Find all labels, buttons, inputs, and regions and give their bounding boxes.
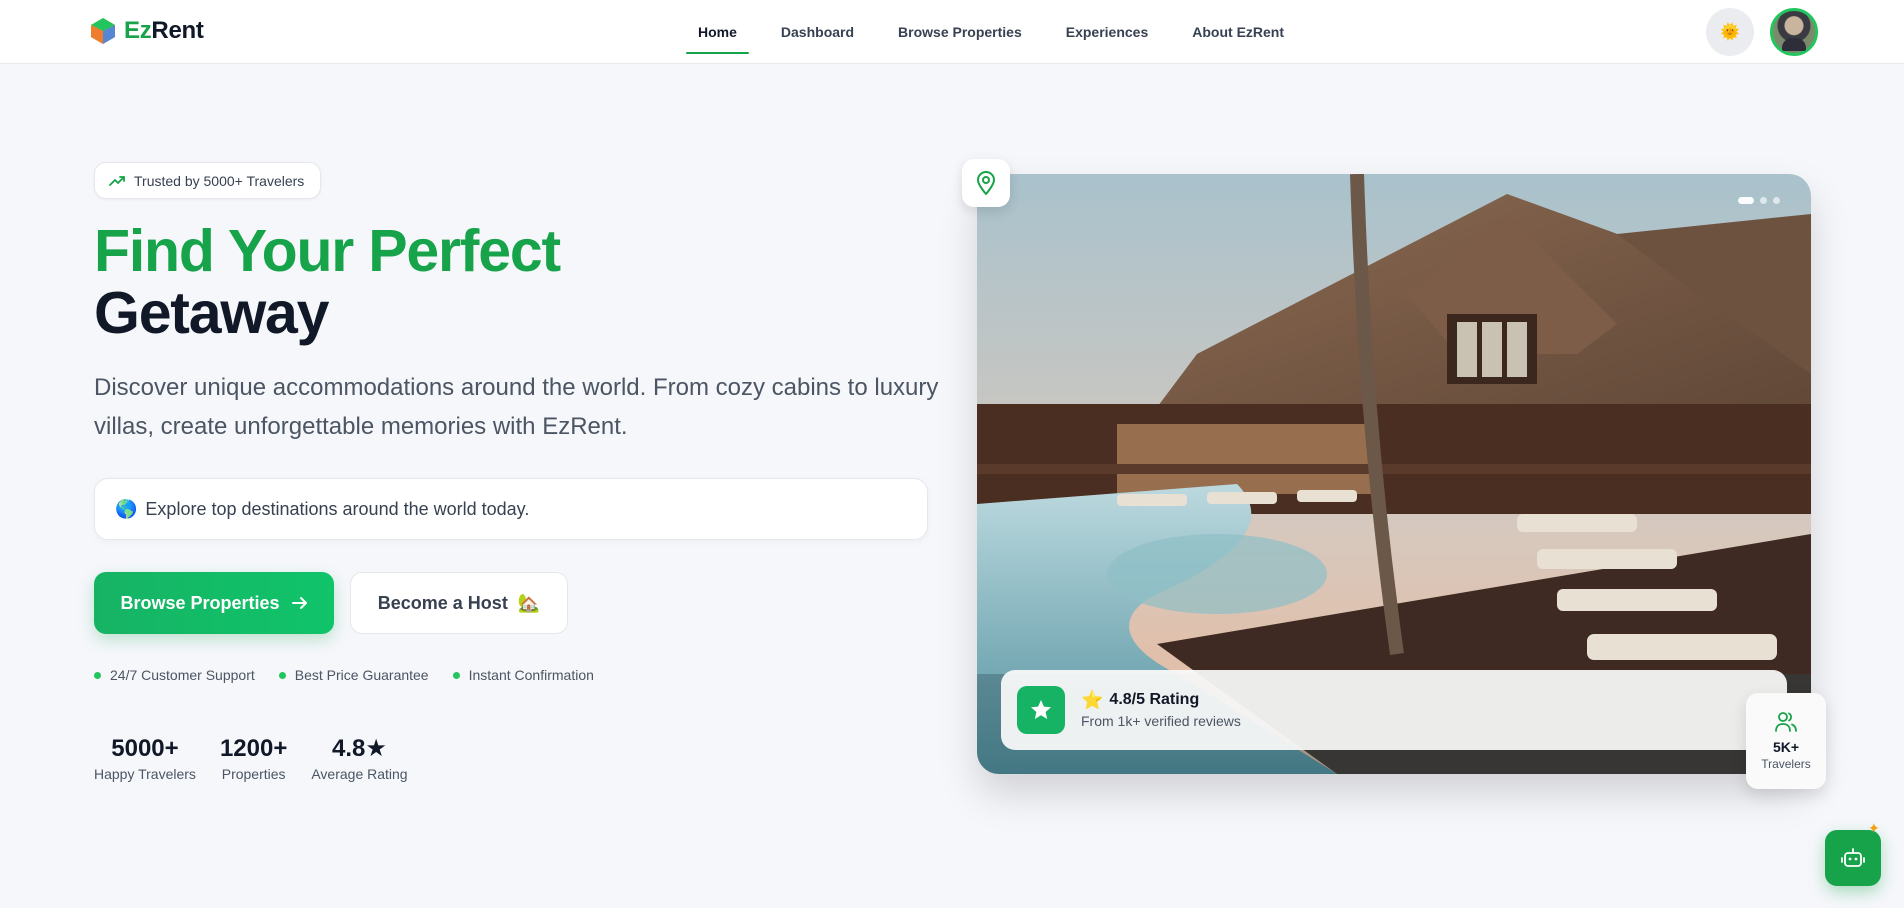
hero-stats: 5000+ Happy Travelers 1200+ Properties 4…	[94, 734, 408, 782]
users-icon	[1775, 712, 1797, 732]
star-icon	[1031, 700, 1051, 719]
bullet-dot-icon	[278, 671, 286, 679]
carousel-dot[interactable]	[1773, 197, 1780, 204]
globe-icon: 🌎	[115, 498, 138, 519]
feature-item: Instant Confirmation	[452, 667, 594, 683]
main-menu: Home Dashboard Browse Properties Experie…	[686, 0, 1296, 64]
feature-list: 24/7 Customer Support Best Price Guarant…	[94, 667, 594, 683]
sun-icon: 🌞	[1720, 24, 1740, 41]
star-badge	[1017, 686, 1065, 734]
hero-title-line2: Getaway	[94, 280, 329, 346]
become-host-label: Become a Host	[377, 592, 508, 613]
sparkle-icon: ✦	[1868, 820, 1880, 836]
become-host-button[interactable]: Become a Host 🏡	[350, 572, 568, 634]
nav-about[interactable]: About EzRent	[1180, 16, 1296, 48]
stat-properties: 1200+ Properties	[219, 735, 288, 782]
nav-home[interactable]: Home	[686, 16, 749, 54]
travelers-label: Travelers	[1761, 757, 1811, 771]
browse-properties-label: Browse Properties	[120, 592, 280, 613]
trending-up-icon	[109, 175, 125, 186]
nav-experiences[interactable]: Experiences	[1054, 16, 1161, 48]
rating-subtitle: From 1k+ verified reviews	[1081, 713, 1241, 729]
feature-item: Best Price Guarantee	[278, 667, 429, 683]
map-pin-icon	[977, 171, 995, 195]
explore-text: Explore top destinations around the worl…	[145, 498, 530, 519]
brand-name: EzRent	[124, 17, 204, 44]
yellow-star-icon: ⭐	[1081, 690, 1104, 710]
theme-toggle-button[interactable]: 🌞	[1706, 8, 1754, 56]
trust-badge-text: Trusted by 5000+ Travelers	[134, 172, 305, 189]
hero-title-line1: Find Your Perfect	[94, 218, 561, 284]
carousel-dot[interactable]	[1760, 197, 1767, 204]
carousel-dots	[1738, 197, 1780, 204]
ezrent-logo-icon	[91, 18, 115, 44]
travelers-card: 5K+ Travelers	[1746, 693, 1826, 789]
nav-browse-properties[interactable]: Browse Properties	[886, 16, 1034, 48]
browse-properties-button[interactable]: Browse Properties	[94, 572, 334, 634]
user-avatar[interactable]	[1770, 8, 1818, 56]
house-icon: 🏡	[517, 592, 541, 613]
carousel-dot[interactable]	[1738, 197, 1754, 204]
feature-item: 24/7 Customer Support	[94, 667, 255, 683]
rating-card: ⭐ 4.8/5 Rating From 1k+ verified reviews	[1001, 670, 1787, 750]
travelers-value: 5K+	[1772, 739, 1800, 755]
trust-badge: Trusted by 5000+ Travelers	[94, 162, 322, 199]
bullet-dot-icon	[452, 671, 460, 679]
hero-description: Discover unique accommodations around th…	[94, 374, 939, 440]
stat-average-rating: 4.8★ Average Rating	[311, 735, 408, 782]
top-navbar: EzRent Home Dashboard Browse Properties …	[0, 0, 1904, 64]
arrow-right-icon	[291, 597, 307, 609]
nav-dashboard[interactable]: Dashboard	[769, 16, 866, 48]
location-button[interactable]	[962, 159, 1010, 207]
hero-title: Find Your Perfect Getaway	[94, 218, 561, 346]
bullet-dot-icon	[94, 671, 101, 679]
chatbot-button[interactable]	[1825, 830, 1881, 886]
brand-logo-link[interactable]: EzRent	[90, 17, 204, 45]
robot-icon	[1841, 848, 1865, 867]
explore-banner: 🌎 Explore top destinations around the wo…	[94, 478, 928, 540]
stat-happy-travelers: 5000+ Happy Travelers	[94, 735, 196, 782]
rating-text: ⭐ 4.8/5 Rating From 1k+ verified reviews	[1081, 691, 1241, 729]
rating-title: ⭐ 4.8/5 Rating	[1081, 690, 1200, 710]
